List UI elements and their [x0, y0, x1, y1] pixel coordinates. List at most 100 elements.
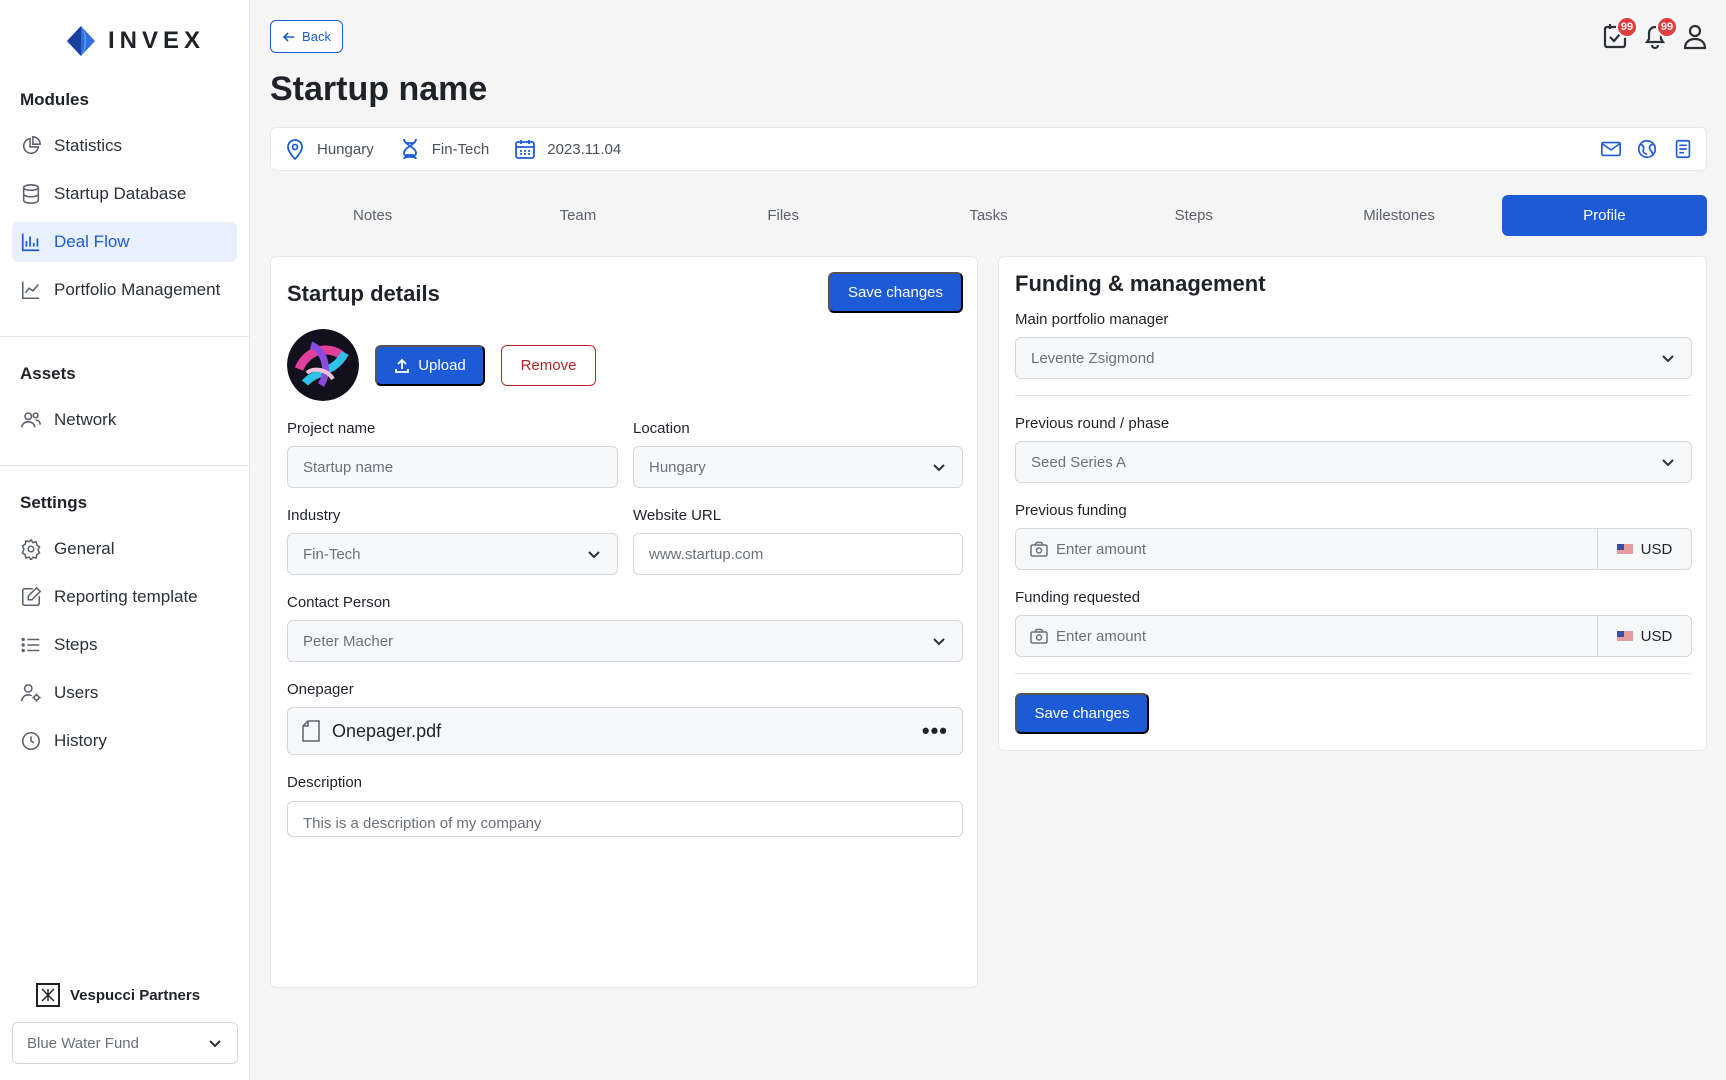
- sidebar-item-general[interactable]: General: [12, 529, 237, 569]
- list-icon: [21, 637, 40, 653]
- location-label: Location: [633, 420, 690, 437]
- sidebar-item-statistics[interactable]: Statistics: [12, 126, 237, 166]
- sidebar-item-label: Reporting template: [54, 587, 198, 606]
- assets-nav: Network: [12, 400, 237, 448]
- notifications-badge: 99: [1656, 16, 1678, 38]
- industry-select-value: Fin-Tech: [303, 545, 361, 563]
- upload-button[interactable]: Upload: [375, 345, 485, 386]
- sidebar-item-network[interactable]: Network: [12, 400, 237, 440]
- portfolio-manager-select[interactable]: Levente Zsigmond: [1015, 337, 1692, 379]
- database-icon: [22, 184, 40, 204]
- back-button-label: Back: [302, 29, 331, 44]
- tab-steps[interactable]: Steps: [1091, 195, 1296, 236]
- chevron-down-icon: [1662, 355, 1674, 363]
- sidebar-item-label: Startup Database: [54, 184, 187, 203]
- chevron-down-icon: [933, 638, 945, 646]
- calendar-icon: [515, 140, 536, 159]
- line-chart-icon: [21, 281, 40, 300]
- funding-management-title: Funding & management: [1015, 271, 1266, 296]
- sidebar-item-history[interactable]: History: [12, 721, 237, 761]
- startup-avatar[interactable]: [287, 329, 359, 401]
- upload-icon: [395, 358, 410, 373]
- sidebar-item-portfolio-management[interactable]: Portfolio Management: [12, 270, 237, 310]
- tab-team[interactable]: Team: [475, 195, 680, 236]
- people-icon: [21, 412, 41, 428]
- document-icon[interactable]: [1672, 138, 1694, 160]
- assets-section-title: Assets: [20, 364, 76, 383]
- sidebar-item-label: Deal Flow: [54, 232, 130, 251]
- sidebar-item-reporting-template[interactable]: Reporting template: [12, 577, 237, 617]
- contact-person-select[interactable]: Peter Macher: [287, 620, 963, 662]
- back-button[interactable]: Back: [270, 20, 343, 53]
- gear-icon: [21, 538, 41, 560]
- pie-chart-icon: [22, 136, 41, 155]
- info-date: 2023.11.04: [513, 137, 621, 161]
- sidebar: INVEX Modules Statistics Startup Databas…: [0, 0, 250, 1080]
- us-flag-icon: [1616, 543, 1633, 555]
- invex-logo-icon: [67, 26, 95, 56]
- fund-select[interactable]: Blue Water Fund: [12, 1022, 238, 1064]
- chevron-down-icon: [209, 1040, 221, 1048]
- portfolio-manager-value: Levente Zsigmond: [1031, 349, 1155, 367]
- currency-select[interactable]: USD: [1597, 529, 1691, 569]
- description-label: Description: [287, 774, 363, 791]
- currency-select[interactable]: USD: [1597, 616, 1691, 656]
- previous-funding-input[interactable]: Enter amount USD: [1015, 528, 1692, 570]
- sidebar-item-label: Portfolio Management: [54, 280, 221, 299]
- sidebar-item-label: Steps: [54, 635, 98, 654]
- previous-funding-placeholder: Enter amount: [1056, 540, 1147, 558]
- onepager-file[interactable]: Onepager.pdf •••: [287, 707, 963, 755]
- tab-profile[interactable]: Profile: [1501, 195, 1707, 236]
- description-textarea[interactable]: This is a description of my company: [287, 801, 963, 837]
- location-select-value: Hungary: [649, 458, 706, 476]
- organization-name: Vespucci Partners: [70, 986, 201, 1004]
- sidebar-item-label: Users: [54, 683, 99, 702]
- brand-name: INVEX: [108, 27, 206, 54]
- funding-requested-input[interactable]: Enter amount USD: [1015, 615, 1692, 657]
- sidebar-divider: [0, 336, 250, 337]
- bar-chart-icon: [21, 233, 40, 252]
- section-divider: [1015, 673, 1692, 674]
- tab-notes[interactable]: Notes: [270, 195, 475, 236]
- notifications-button[interactable]: 99: [1642, 16, 1678, 50]
- location-select[interactable]: Hungary: [633, 446, 963, 488]
- arrow-left-icon: [282, 31, 295, 42]
- tab-milestones[interactable]: Milestones: [1296, 195, 1501, 236]
- user-gear-icon: [21, 683, 41, 702]
- funding-save-changes-button[interactable]: Save changes: [1015, 693, 1149, 734]
- project-name-input[interactable]: Startup name: [287, 446, 618, 488]
- sidebar-item-steps[interactable]: Steps: [12, 625, 237, 665]
- us-flag-icon: [1616, 630, 1633, 642]
- startup-details-card: Startup details Save changes Upload Remo…: [270, 256, 978, 988]
- invex-logo[interactable]: INVEX: [64, 24, 205, 58]
- save-changes-button[interactable]: Save changes: [828, 272, 963, 313]
- money-icon: [1030, 628, 1048, 644]
- upload-button-label: Upload: [418, 357, 466, 374]
- tab-tasks[interactable]: Tasks: [886, 195, 1091, 236]
- remove-button[interactable]: Remove: [501, 345, 596, 386]
- fund-select-value: Blue Water Fund: [27, 1034, 139, 1052]
- tasks-badge: 99: [1616, 16, 1638, 38]
- industry-select[interactable]: Fin-Tech: [287, 533, 618, 575]
- industry-label: Industry: [287, 507, 341, 524]
- edit-document-icon: [21, 586, 42, 607]
- settings-nav: General Reporting template Steps Users H…: [12, 529, 237, 769]
- website-url-input[interactable]: www.startup.com: [633, 533, 963, 575]
- previous-round-select[interactable]: Seed Series A: [1015, 441, 1692, 483]
- organization-logo-icon: [36, 983, 60, 1007]
- sidebar-item-deal-flow[interactable]: Deal Flow: [12, 222, 237, 262]
- settings-section-title: Settings: [20, 493, 88, 512]
- sidebar-item-startup-database[interactable]: Startup Database: [12, 174, 237, 214]
- mail-icon[interactable]: [1600, 138, 1622, 160]
- currency-value: USD: [1640, 540, 1673, 558]
- money-icon: [1030, 541, 1048, 557]
- funding-requested-placeholder: Enter amount: [1056, 627, 1147, 645]
- onepager-label: Onepager: [287, 681, 354, 698]
- more-options-icon[interactable]: •••: [922, 718, 948, 744]
- globe-icon[interactable]: [1636, 138, 1658, 160]
- sidebar-item-users[interactable]: Users: [12, 673, 237, 713]
- profile-button[interactable]: [1682, 22, 1708, 50]
- info-industry-text: Fin-Tech: [431, 140, 490, 158]
- tab-files[interactable]: Files: [681, 195, 886, 236]
- tasks-button[interactable]: 99: [1602, 16, 1638, 50]
